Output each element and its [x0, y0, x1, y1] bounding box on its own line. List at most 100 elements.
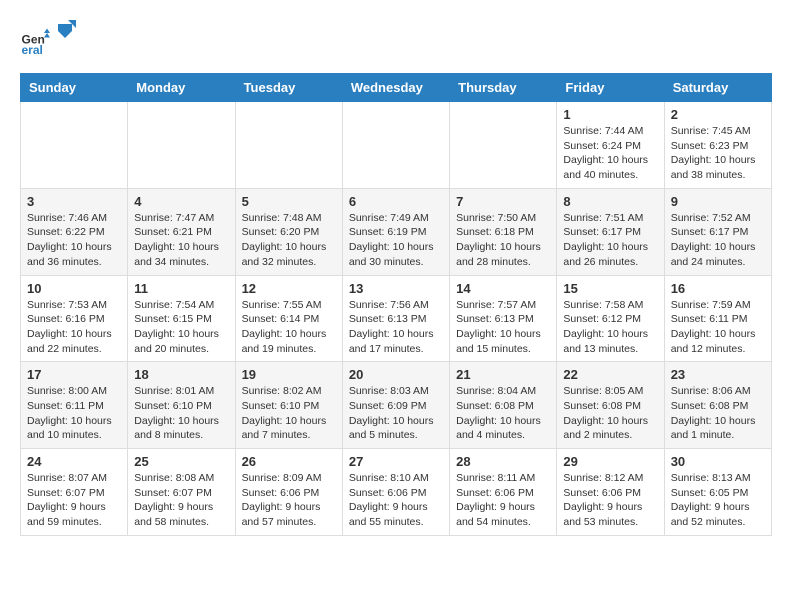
calendar-cell: 19 Sunrise: 8:02 AM Sunset: 6:10 PM Dayli…	[235, 362, 342, 449]
day-info: Sunrise: 7:51 AM Sunset: 6:17 PM Dayligh…	[563, 211, 657, 270]
day-info: Sunrise: 7:44 AM Sunset: 6:24 PM Dayligh…	[563, 124, 657, 183]
day-number: 11	[134, 281, 228, 296]
calendar-header-row: SundayMondayTuesdayWednesdayThursdayFrid…	[21, 74, 772, 102]
day-number: 9	[671, 194, 765, 209]
day-number: 24	[27, 454, 121, 469]
day-info: Sunrise: 8:03 AM Sunset: 6:09 PM Dayligh…	[349, 384, 443, 443]
day-info: Sunrise: 7:56 AM Sunset: 6:13 PM Dayligh…	[349, 298, 443, 357]
calendar-cell: 4 Sunrise: 7:47 AM Sunset: 6:21 PM Daylig…	[128, 188, 235, 275]
calendar-week-row: 1 Sunrise: 7:44 AM Sunset: 6:24 PM Daylig…	[21, 102, 772, 189]
calendar-week-row: 24 Sunrise: 8:07 AM Sunset: 6:07 PM Dayli…	[21, 449, 772, 536]
day-number: 3	[27, 194, 121, 209]
column-header-monday: Monday	[128, 74, 235, 102]
day-number: 4	[134, 194, 228, 209]
day-number: 5	[242, 194, 336, 209]
day-info: Sunrise: 8:09 AM Sunset: 6:06 PM Dayligh…	[242, 471, 336, 530]
day-info: Sunrise: 7:48 AM Sunset: 6:20 PM Dayligh…	[242, 211, 336, 270]
header: Gen eral	[20, 20, 772, 63]
calendar-cell	[128, 102, 235, 189]
day-number: 19	[242, 367, 336, 382]
day-info: Sunrise: 8:11 AM Sunset: 6:06 PM Dayligh…	[456, 471, 550, 530]
calendar-table: SundayMondayTuesdayWednesdayThursdayFrid…	[20, 73, 772, 536]
calendar-week-row: 17 Sunrise: 8:00 AM Sunset: 6:11 PM Dayli…	[21, 362, 772, 449]
calendar-cell: 26 Sunrise: 8:09 AM Sunset: 6:06 PM Dayli…	[235, 449, 342, 536]
day-info: Sunrise: 8:07 AM Sunset: 6:07 PM Dayligh…	[27, 471, 121, 530]
calendar-cell	[21, 102, 128, 189]
day-number: 23	[671, 367, 765, 382]
day-number: 22	[563, 367, 657, 382]
calendar-cell: 13Sunrise: 7:56 AM Sunset: 6:13 PM Dayli…	[342, 275, 449, 362]
day-info: Sunrise: 7:58 AM Sunset: 6:12 PM Dayligh…	[563, 298, 657, 357]
calendar-cell	[450, 102, 557, 189]
calendar-cell: 16 Sunrise: 7:59 AM Sunset: 6:11 PM Dayli…	[664, 275, 771, 362]
day-info: Sunrise: 8:02 AM Sunset: 6:10 PM Dayligh…	[242, 384, 336, 443]
day-number: 1	[563, 107, 657, 122]
day-info: Sunrise: 7:47 AM Sunset: 6:21 PM Dayligh…	[134, 211, 228, 270]
day-number: 20	[349, 367, 443, 382]
calendar-cell: 17 Sunrise: 8:00 AM Sunset: 6:11 PM Dayli…	[21, 362, 128, 449]
day-number: 29	[563, 454, 657, 469]
calendar-cell: 5 Sunrise: 7:48 AM Sunset: 6:20 PM Daylig…	[235, 188, 342, 275]
day-number: 18	[134, 367, 228, 382]
calendar-cell: 20 Sunrise: 8:03 AM Sunset: 6:09 PM Dayli…	[342, 362, 449, 449]
calendar-cell: 25Sunrise: 8:08 AM Sunset: 6:07 PM Dayli…	[128, 449, 235, 536]
day-number: 8	[563, 194, 657, 209]
day-number: 27	[349, 454, 443, 469]
day-number: 6	[349, 194, 443, 209]
day-number: 21	[456, 367, 550, 382]
day-number: 7	[456, 194, 550, 209]
calendar-cell: 6 Sunrise: 7:49 AM Sunset: 6:19 PM Daylig…	[342, 188, 449, 275]
column-header-friday: Friday	[557, 74, 664, 102]
column-header-wednesday: Wednesday	[342, 74, 449, 102]
column-header-saturday: Saturday	[664, 74, 771, 102]
calendar-cell: 14 Sunrise: 7:57 AM Sunset: 6:13 PM Dayli…	[450, 275, 557, 362]
column-header-sunday: Sunday	[21, 74, 128, 102]
calendar-cell	[342, 102, 449, 189]
day-info: Sunrise: 7:46 AM Sunset: 6:22 PM Dayligh…	[27, 211, 121, 270]
calendar-cell: 10 Sunrise: 7:53 AM Sunset: 6:16 PM Dayli…	[21, 275, 128, 362]
day-info: Sunrise: 8:10 AM Sunset: 6:06 PM Dayligh…	[349, 471, 443, 530]
day-info: Sunrise: 8:12 AM Sunset: 6:06 PM Dayligh…	[563, 471, 657, 530]
day-info: Sunrise: 8:05 AM Sunset: 6:08 PM Dayligh…	[563, 384, 657, 443]
day-info: Sunrise: 7:57 AM Sunset: 6:13 PM Dayligh…	[456, 298, 550, 357]
day-info: Sunrise: 8:00 AM Sunset: 6:11 PM Dayligh…	[27, 384, 121, 443]
calendar-cell: 9 Sunrise: 7:52 AM Sunset: 6:17 PM Daylig…	[664, 188, 771, 275]
day-number: 25	[134, 454, 228, 469]
calendar-body: 1 Sunrise: 7:44 AM Sunset: 6:24 PM Daylig…	[21, 102, 772, 536]
day-number: 26	[242, 454, 336, 469]
day-number: 17	[27, 367, 121, 382]
logo-icon: Gen eral	[20, 27, 50, 57]
calendar-cell: 22 Sunrise: 8:05 AM Sunset: 6:08 PM Dayli…	[557, 362, 664, 449]
day-number: 14	[456, 281, 550, 296]
day-info: Sunrise: 7:45 AM Sunset: 6:23 PM Dayligh…	[671, 124, 765, 183]
day-info: Sunrise: 8:04 AM Sunset: 6:08 PM Dayligh…	[456, 384, 550, 443]
day-info: Sunrise: 8:01 AM Sunset: 6:10 PM Dayligh…	[134, 384, 228, 443]
day-info: Sunrise: 7:59 AM Sunset: 6:11 PM Dayligh…	[671, 298, 765, 357]
calendar-cell: 24 Sunrise: 8:07 AM Sunset: 6:07 PM Dayli…	[21, 449, 128, 536]
column-header-thursday: Thursday	[450, 74, 557, 102]
day-number: 2	[671, 107, 765, 122]
day-number: 15	[563, 281, 657, 296]
day-info: Sunrise: 7:50 AM Sunset: 6:18 PM Dayligh…	[456, 211, 550, 270]
calendar-cell: 7 Sunrise: 7:50 AM Sunset: 6:18 PM Daylig…	[450, 188, 557, 275]
day-info: Sunrise: 7:49 AM Sunset: 6:19 PM Dayligh…	[349, 211, 443, 270]
calendar-week-row: 10 Sunrise: 7:53 AM Sunset: 6:16 PM Dayli…	[21, 275, 772, 362]
day-number: 12	[242, 281, 336, 296]
day-info: Sunrise: 7:52 AM Sunset: 6:17 PM Dayligh…	[671, 211, 765, 270]
day-number: 16	[671, 281, 765, 296]
calendar-cell: 18 Sunrise: 8:01 AM Sunset: 6:10 PM Dayli…	[128, 362, 235, 449]
logo: Gen eral	[20, 20, 76, 63]
calendar-cell: 30Sunrise: 8:13 AM Sunset: 6:05 PM Dayli…	[664, 449, 771, 536]
calendar-cell	[235, 102, 342, 189]
calendar-cell: 2 Sunrise: 7:45 AM Sunset: 6:23 PM Daylig…	[664, 102, 771, 189]
svg-text:eral: eral	[22, 43, 43, 57]
day-info: Sunrise: 7:53 AM Sunset: 6:16 PM Dayligh…	[27, 298, 121, 357]
calendar-cell: 23Sunrise: 8:06 AM Sunset: 6:08 PM Dayli…	[664, 362, 771, 449]
calendar-cell: 11 Sunrise: 7:54 AM Sunset: 6:15 PM Dayli…	[128, 275, 235, 362]
day-info: Sunrise: 7:54 AM Sunset: 6:15 PM Dayligh…	[134, 298, 228, 357]
calendar-week-row: 3 Sunrise: 7:46 AM Sunset: 6:22 PM Daylig…	[21, 188, 772, 275]
day-number: 10	[27, 281, 121, 296]
day-info: Sunrise: 7:55 AM Sunset: 6:14 PM Dayligh…	[242, 298, 336, 357]
day-number: 28	[456, 454, 550, 469]
calendar-cell: 3 Sunrise: 7:46 AM Sunset: 6:22 PM Daylig…	[21, 188, 128, 275]
